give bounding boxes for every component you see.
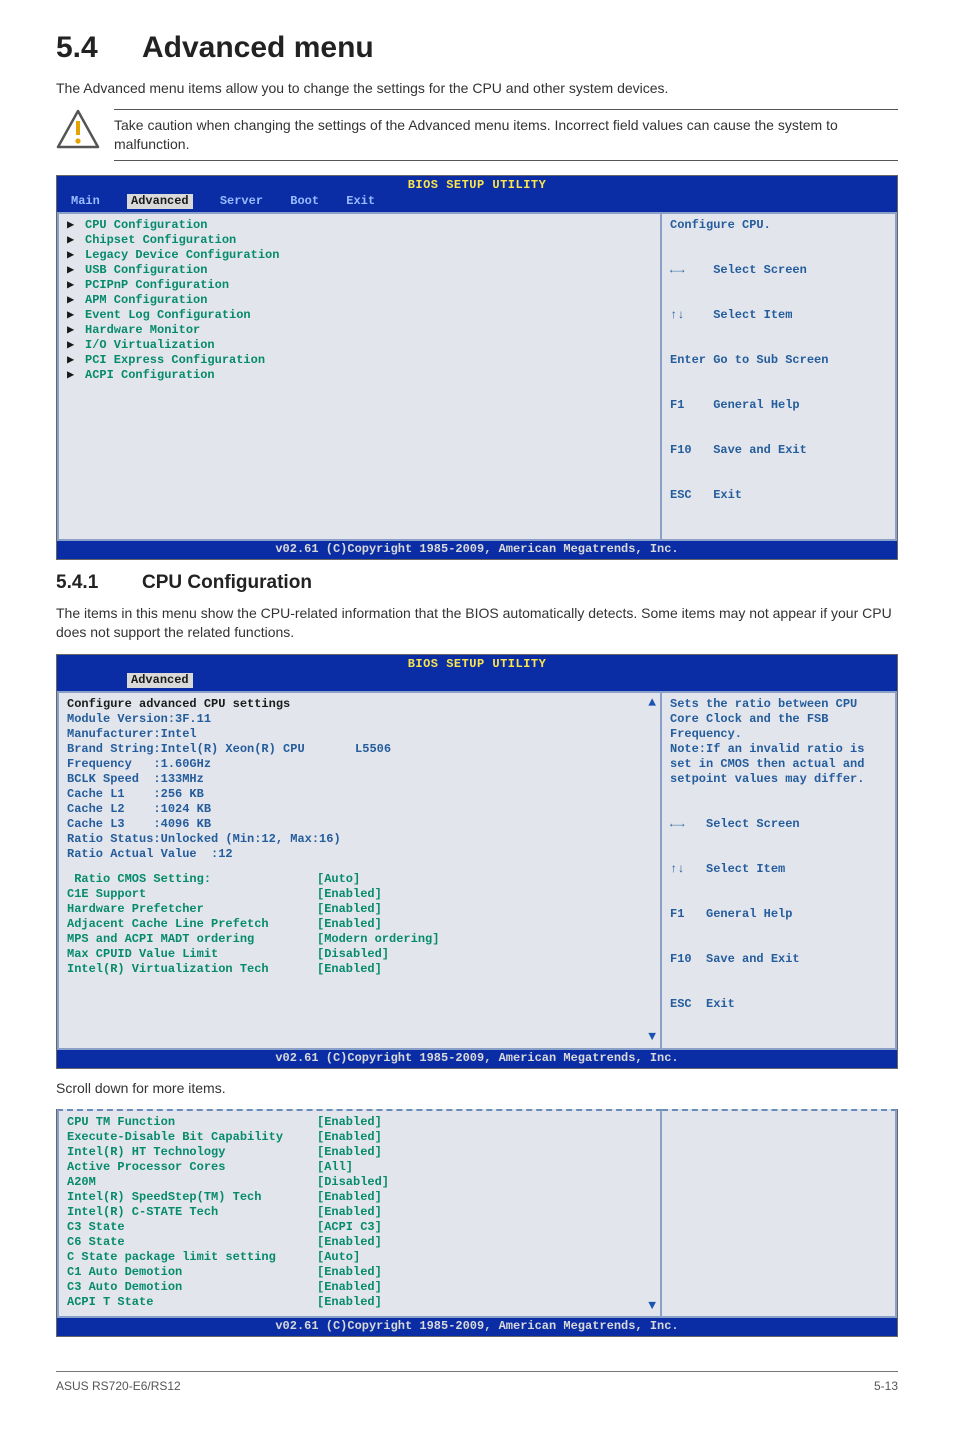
nav-line: ←→ Select Screen [670,263,887,278]
intro-paragraph: The Advanced menu items allow you to cha… [56,79,898,98]
caution-text: Take caution when changing the settings … [114,109,898,161]
submenu-hwmon[interactable]: Hardware Monitor [85,323,200,337]
bios-menu-bar: Main Advanced Server Boot Exit [57,193,897,212]
caution-note: Take caution when changing the settings … [56,109,898,161]
bios-right-pane [662,1109,897,1318]
bios-left-pane: CPU TM Function[Enabled] Execute-Disable… [57,1109,662,1318]
bios-left-pane: ▲ Configure advanced CPU settings Module… [57,691,662,1050]
submenu-acpi[interactable]: ACPI Configuration [85,368,215,382]
info-line: Cache L3 :4096 KB [67,817,652,832]
opt-speedstep[interactable]: Intel(R) SpeedStep(TM) Tech[Enabled] [67,1190,382,1204]
scroll-note: Scroll down for more items. [56,1079,898,1098]
footer-right: 5-13 [874,1378,898,1394]
bios-title: BIOS SETUP UTILITY [57,655,897,672]
menu-advanced[interactable]: Advanced [127,194,193,209]
opt-cpu-tm[interactable]: CPU TM Function[Enabled] [67,1115,382,1129]
info-line: Cache L2 :1024 KB [67,802,652,817]
info-line: Brand String:Intel(R) Xeon(R) CPU L5506 [67,742,652,757]
section-number: 5.4 [56,31,98,64]
bios-title: BIOS SETUP UTILITY [57,176,897,193]
submenu-legacy[interactable]: Legacy Device Configuration [85,248,279,262]
scroll-down-icon[interactable]: ▼ [648,1029,656,1045]
nav-keys: ←→ Select Screen ↑↓ Select Item Enter Go… [670,233,887,533]
scroll-down-icon[interactable]: ▼ [648,1298,656,1314]
submenu-cpu[interactable]: CPU Configuration [85,218,207,232]
subsection-heading: 5.4.1 CPU Configuration [56,570,898,596]
bios-footer: v02.61 (C)Copyright 1985-2009, American … [57,1318,897,1336]
page-footer: ASUS RS720-E6/RS12 5-13 [56,1371,898,1394]
nav-line: ESC Exit [670,488,887,503]
opt-cstate[interactable]: Intel(R) C-STATE Tech[Enabled] [67,1205,382,1219]
subsection-number: 5.4.1 [56,572,98,593]
bios-left-pane: ▶CPU Configuration ▶Chipset Configuratio… [57,212,662,541]
opt-a20m[interactable]: A20M[Disabled] [67,1175,389,1189]
menu-server[interactable]: Server [220,194,263,209]
nav-line: ↑↓ Select Item [670,862,887,877]
submenu-chipset[interactable]: Chipset Configuration [85,233,236,247]
help-text: Configure CPU. [670,218,887,233]
opt-max-cpuid[interactable]: Max CPUID Value Limit[Disabled] [67,947,389,961]
submenu-iovirt[interactable]: I/O Virtualization [85,338,215,352]
opt-vt[interactable]: Intel(R) Virtualization Tech[Enabled] [67,962,382,976]
nav-line: ↑↓ Select Item [670,308,887,323]
bios-advanced-main: BIOS SETUP UTILITY Main Advanced Server … [56,175,898,560]
bios-cpu-config-scroll: CPU TM Function[Enabled] Execute-Disable… [56,1109,898,1337]
nav-line: ←→ Select Screen [670,817,887,832]
submenu-pcipnp[interactable]: PCIPnP Configuration [85,278,229,292]
sub-intro-paragraph: The items in this menu show the CPU-rela… [56,604,898,642]
info-line: Ratio Status:Unlocked (Min:12, Max:16) [67,832,652,847]
module-version: Module Version:3F.11 [67,712,652,727]
opt-c1-auto-demotion[interactable]: C1 Auto Demotion[Enabled] [67,1265,382,1279]
opt-xd-bit[interactable]: Execute-Disable Bit Capability[Enabled] [67,1130,382,1144]
submenu-eventlog[interactable]: Event Log Configuration [85,308,251,322]
nav-line: ESC Exit [670,997,887,1012]
bios-right-pane: Sets the ratio between CPU Core Clock an… [662,691,897,1050]
info-line: Frequency :1.60GHz [67,757,652,772]
opt-c1e[interactable]: C1E Support[Enabled] [67,887,382,901]
info-line: Manufacturer:Intel [67,727,652,742]
menu-main[interactable]: Main [71,194,100,209]
bios-menu-bar: Main Advanced [57,672,897,691]
opt-adj-cache[interactable]: Adjacent Cache Line Prefetch[Enabled] [67,917,382,931]
info-line: BCLK Speed :133MHz [67,772,652,787]
info-line: Ratio Actual Value :12 [67,847,652,862]
nav-line: F1 General Help [670,398,887,413]
footer-left: ASUS RS720-E6/RS12 [56,1378,181,1394]
nav-line: F1 General Help [670,907,887,922]
opt-c3-auto-demotion[interactable]: C3 Auto Demotion[Enabled] [67,1280,382,1294]
help-text: Sets the ratio between CPU Core Clock an… [670,697,887,787]
section-title: Advanced menu [142,31,374,64]
submenu-apm[interactable]: APM Configuration [85,293,207,307]
opt-acpi-t-state[interactable]: ACPI T State[Enabled] [67,1295,382,1309]
scroll-up-icon[interactable]: ▲ [648,695,656,711]
menu-advanced[interactable]: Advanced [127,673,193,688]
menu-exit[interactable]: Exit [346,194,375,209]
opt-mps-acpi[interactable]: MPS and ACPI MADT ordering[Modern orderi… [67,932,439,946]
opt-active-cores[interactable]: Active Processor Cores[All] [67,1160,353,1174]
opt-ht[interactable]: Intel(R) HT Technology[Enabled] [67,1145,382,1159]
nav-line: F10 Save and Exit [670,952,887,967]
bios-footer: v02.61 (C)Copyright 1985-2009, American … [57,541,897,559]
submenu-usb[interactable]: USB Configuration [85,263,207,277]
bios-right-pane: Configure CPU. ←→ Select Screen ↑↓ Selec… [662,212,897,541]
opt-c6[interactable]: C6 State[Enabled] [67,1235,382,1249]
opt-ratio-cmos[interactable]: Ratio CMOS Setting:[Auto] [67,872,360,886]
bios-footer: v02.61 (C)Copyright 1985-2009, American … [57,1050,897,1068]
opt-hw-prefetch[interactable]: Hardware Prefetcher[Enabled] [67,902,382,916]
nav-line: Enter Go to Sub Screen [670,353,887,368]
info-line: Cache L1 :256 KB [67,787,652,802]
bios-cpu-config: BIOS SETUP UTILITY Main Advanced ▲ Confi… [56,654,898,1069]
opt-c3[interactable]: C3 State[ACPI C3] [67,1220,382,1234]
subsection-title: CPU Configuration [142,572,312,593]
submenu-pcie[interactable]: PCI Express Configuration [85,353,265,367]
nav-line: F10 Save and Exit [670,443,887,458]
opt-cstate-pkg-limit[interactable]: C State package limit setting[Auto] [67,1250,360,1264]
cpu-config-heading: Configure advanced CPU settings [67,697,652,712]
section-heading: 5.4 Advanced menu [56,28,898,69]
menu-boot[interactable]: Boot [290,194,319,209]
nav-keys: ←→ Select Screen ↑↓ Select Item F1 Gener… [670,787,887,1042]
caution-icon [56,109,100,149]
